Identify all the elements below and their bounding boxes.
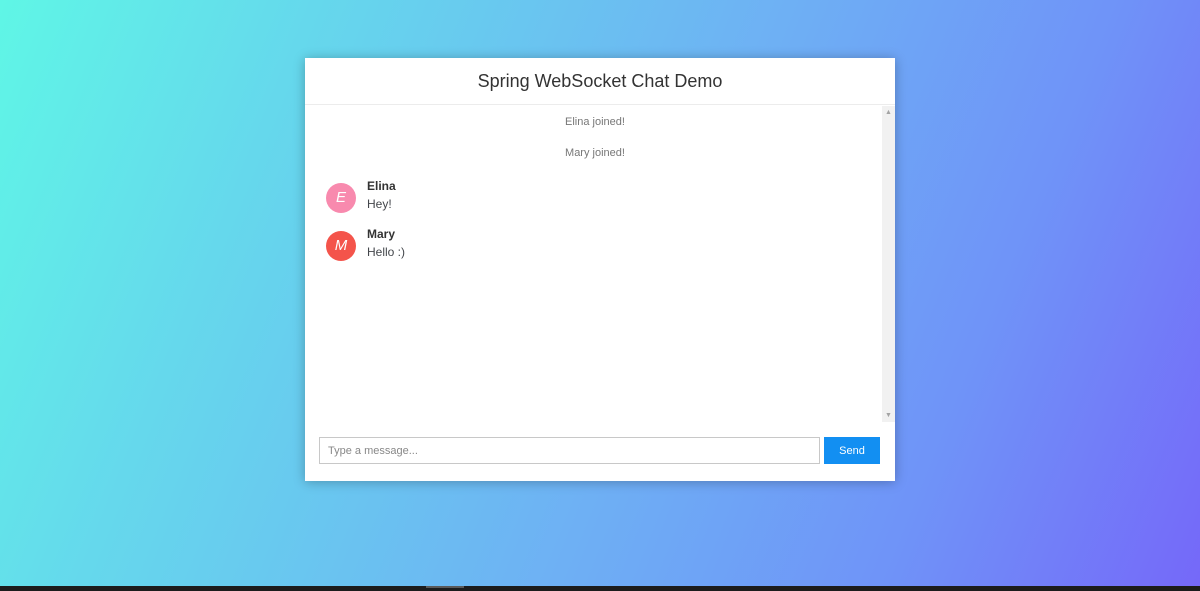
message-area-wrapper[interactable]: Elina joined! Mary joined! E Elina Hey! …	[305, 106, 895, 422]
message-text: Hello :)	[367, 245, 406, 259]
event-message: Mary joined!	[325, 137, 865, 168]
taskbar	[0, 586, 1200, 591]
avatar: M	[326, 231, 356, 261]
message-sender: Mary	[367, 227, 396, 241]
send-button[interactable]: Send	[824, 437, 880, 464]
chat-header: Spring WebSocket Chat Demo	[305, 58, 895, 105]
chat-container: Spring WebSocket Chat Demo Elina joined!…	[305, 58, 895, 481]
taskbar-indicator	[426, 586, 464, 588]
message-list[interactable]: Elina joined! Mary joined! E Elina Hey! …	[305, 106, 881, 422]
event-message-text: Mary joined!	[565, 147, 625, 159]
event-message-text: Elina joined!	[565, 116, 625, 128]
message-sender: Elina	[367, 179, 396, 193]
chevron-down-icon[interactable]: ▼	[882, 409, 895, 422]
message-form: Send	[319, 437, 881, 464]
vertical-scrollbar[interactable]: ▲ ▼	[882, 106, 895, 422]
chevron-up-icon[interactable]: ▲	[882, 106, 895, 119]
message-input[interactable]	[319, 437, 820, 464]
chat-message: E Elina Hey!	[325, 178, 865, 226]
message-text: Hey!	[367, 197, 392, 211]
page-title: Spring WebSocket Chat Demo	[477, 71, 723, 91]
event-message: Elina joined!	[325, 106, 865, 137]
page-background: Spring WebSocket Chat Demo Elina joined!…	[0, 0, 1200, 591]
avatar: E	[326, 183, 356, 213]
chat-message: M Mary Hello :)	[325, 226, 865, 274]
